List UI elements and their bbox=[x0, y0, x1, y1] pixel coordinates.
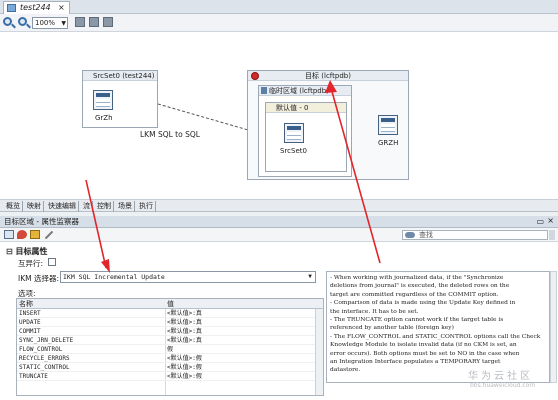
watermark-url: bbs.huaweicloud.com bbox=[470, 382, 536, 389]
watermark-brand: 华为云社区 bbox=[468, 371, 533, 382]
annotation-arrows bbox=[85, 80, 381, 273]
